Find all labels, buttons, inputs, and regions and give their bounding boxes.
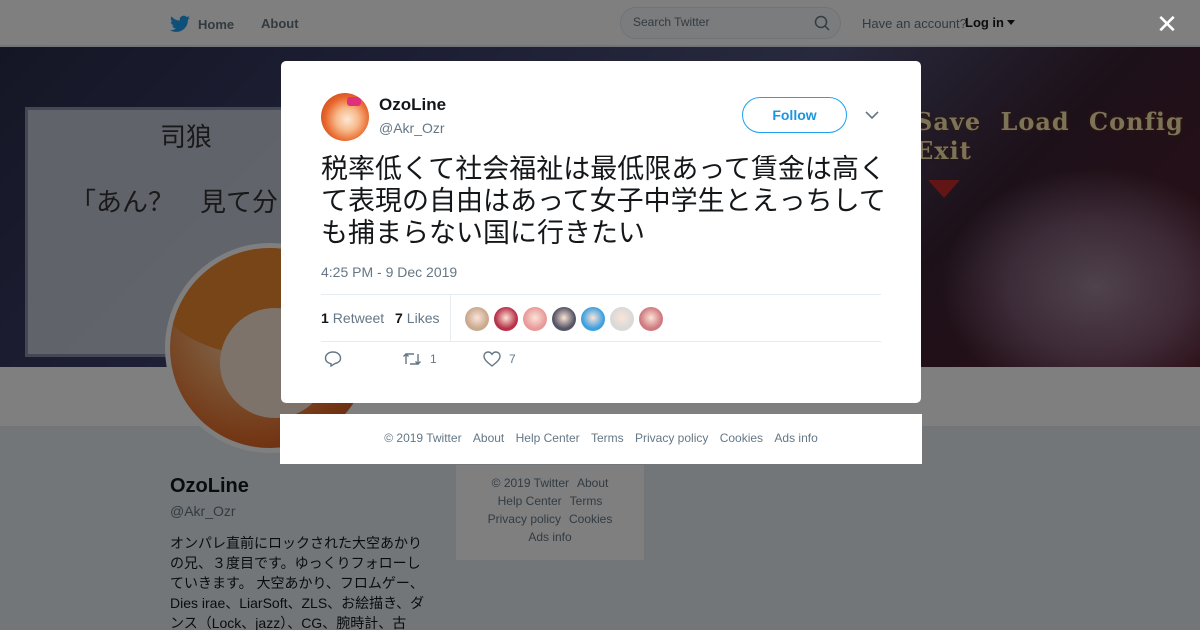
liker-avatar[interactable] — [494, 307, 518, 331]
stat-divider — [450, 295, 451, 342]
liker-avatar[interactable] — [581, 307, 605, 331]
like-stat[interactable]: 7 Likes — [395, 310, 439, 326]
footer-cookies-link[interactable]: Cookies — [720, 431, 763, 445]
tweet-modal: OzoLine @Akr_Ozr Follow 税率低くて社会福祉は最低限あって… — [281, 61, 921, 403]
footer-privacy-link[interactable]: Privacy policy — [635, 431, 708, 445]
liker-avatar[interactable] — [639, 307, 663, 331]
retweet-stat-count: 1 — [321, 310, 329, 326]
liker-avatar[interactable] — [610, 307, 634, 331]
liker-avatar[interactable] — [465, 307, 489, 331]
footer-copyright: © 2019 Twitter — [384, 431, 462, 445]
retweet-stat-label: Retweet — [332, 310, 385, 326]
tweet-text: 税率低くて社会福祉は最低限あって賃金は高くて表現の自由はあって女子中学生とえっち… — [321, 154, 886, 249]
like-stat-count: 7 — [395, 310, 403, 326]
avatar-bow — [347, 97, 361, 106]
reply-icon — [324, 351, 342, 367]
like-button[interactable]: 7 — [483, 351, 516, 367]
footer-terms-link[interactable]: Terms — [591, 431, 624, 445]
tweet-author-handle[interactable]: @Akr_Ozr — [379, 120, 445, 136]
tweet-stats: 1 Retweet 7 Likes — [321, 294, 881, 342]
footer-about-link[interactable]: About — [473, 431, 504, 445]
liker-avatar[interactable] — [523, 307, 547, 331]
reply-button[interactable] — [324, 351, 342, 367]
chevron-down-icon[interactable] — [865, 111, 879, 120]
retweet-stat[interactable]: 1 Retweet — [321, 310, 384, 326]
heart-icon — [483, 351, 501, 367]
follow-button[interactable]: Follow — [742, 97, 847, 133]
tweet-author-name[interactable]: OzoLine — [379, 95, 446, 115]
tweet-actions: 1 7 — [321, 351, 881, 375]
tweet-timestamp[interactable]: 4:25 PM - 9 Dec 2019 — [321, 264, 457, 280]
footer-ads-link[interactable]: Ads info — [774, 431, 817, 445]
tweet-author-avatar[interactable] — [321, 93, 369, 141]
footer-help-link[interactable]: Help Center — [516, 431, 580, 445]
close-icon[interactable]: ✕ — [1155, 11, 1179, 37]
modal-footer: © 2019 Twitter About Help Center Terms P… — [280, 414, 922, 464]
retweet-button[interactable]: 1 — [402, 351, 437, 367]
like-stat-label: Likes — [406, 310, 440, 326]
liker-avatar[interactable] — [552, 307, 576, 331]
retweet-icon — [403, 353, 421, 365]
like-action-count: 7 — [509, 352, 516, 366]
retweet-action-count: 1 — [430, 352, 437, 366]
